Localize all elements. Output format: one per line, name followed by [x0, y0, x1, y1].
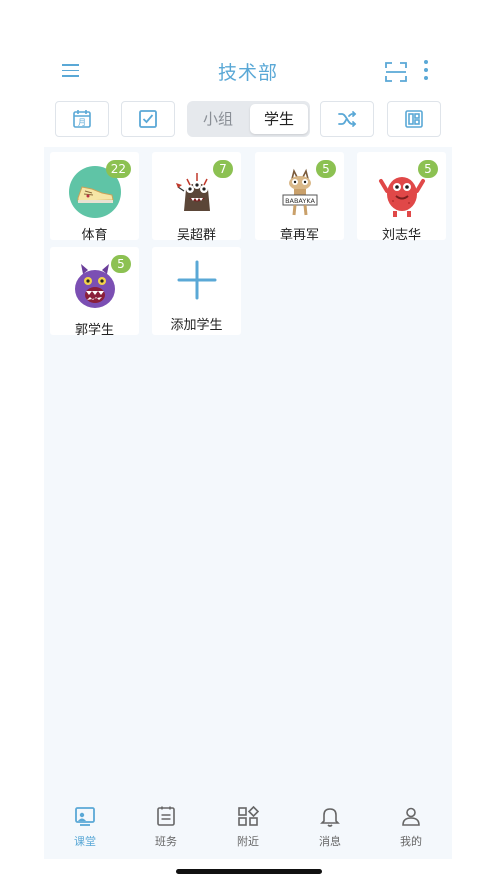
- home-indicator: [176, 869, 322, 874]
- student-name: 章再军: [279, 228, 319, 243]
- student-name: 体育: [81, 228, 108, 243]
- student-grid: 22 体育 7 吴超群 BABAYKA 5 章再军 5 刘志华 5 郭学生 添加…: [44, 147, 452, 859]
- multi-select-button[interactable]: [121, 101, 175, 137]
- view-segment-control: 小组 学生: [187, 101, 310, 137]
- calendar-label: 月: [78, 118, 86, 127]
- segment-student-option[interactable]: 学生: [250, 104, 308, 134]
- tab-label: 班务: [155, 835, 177, 848]
- student-card[interactable]: BABAYKA 5 章再军: [255, 152, 344, 243]
- points-badge: 22: [105, 160, 131, 178]
- add-student-label: 添加学生: [170, 318, 223, 333]
- tab-label: 课堂: [74, 835, 96, 848]
- student-card[interactable]: 5 刘志华: [357, 152, 446, 243]
- tab-messages[interactable]: 消息: [290, 803, 370, 851]
- scan-icon[interactable]: [384, 60, 408, 84]
- add-student-card[interactable]: 添加学生: [152, 247, 241, 335]
- layout-button[interactable]: [387, 101, 441, 137]
- points-badge: 5: [316, 160, 336, 178]
- student-card[interactable]: 22 体育: [50, 152, 139, 243]
- points-badge: 5: [111, 255, 131, 273]
- classroom-icon: [75, 807, 95, 826]
- segment-group-option[interactable]: 小组: [189, 104, 247, 134]
- tab-label: 消息: [319, 835, 341, 848]
- tab-label: 我的: [400, 835, 422, 848]
- student-card[interactable]: 5 郭学生: [50, 247, 139, 338]
- app-screen: 技术部 月 小组 学生 22 体育 7 吴超群 BABAYKA 5 章再军 5 …: [0, 0, 497, 883]
- checkbox-icon: [139, 110, 157, 128]
- random-pick-button[interactable]: [320, 101, 374, 137]
- more-vertical-icon[interactable]: [421, 60, 431, 84]
- bottom-tab-bar: 课堂 班务 附近 消息 我的: [44, 795, 452, 859]
- student-name: 郭学生: [74, 323, 114, 338]
- user-icon: [402, 807, 420, 826]
- student-card[interactable]: 7 吴超群: [152, 152, 241, 243]
- student-name: 吴超群: [176, 228, 216, 243]
- calendar-month-icon: 月: [73, 110, 91, 128]
- tab-classroom[interactable]: 课堂: [45, 803, 125, 851]
- header: 技术部: [44, 52, 452, 92]
- points-badge: 7: [213, 160, 233, 178]
- shuffle-icon: [338, 111, 357, 127]
- points-badge: 5: [418, 160, 438, 178]
- toolbar: 月 小组 学生: [44, 99, 452, 139]
- plus-icon: [177, 260, 217, 300]
- clipboard-icon: [157, 806, 175, 826]
- avatar-sign-text: BABAYKA: [285, 197, 315, 205]
- student-name: 刘志华: [381, 228, 421, 243]
- tab-class-affairs[interactable]: 班务: [126, 803, 206, 851]
- tab-label: 附近: [237, 835, 259, 848]
- tab-nearby[interactable]: 附近: [208, 803, 288, 851]
- apps-icon: [238, 805, 259, 826]
- calendar-button[interactable]: 月: [55, 101, 109, 137]
- tab-profile[interactable]: 我的: [371, 803, 451, 851]
- bell-icon: [320, 808, 340, 827]
- layout-icon: [405, 110, 423, 128]
